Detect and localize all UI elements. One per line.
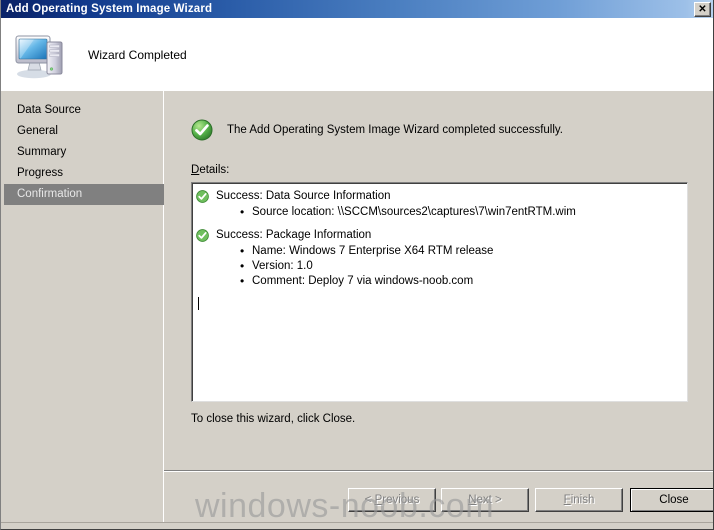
wizard-body: Data Source General Summary Progress Con…	[1, 91, 713, 522]
sidebar-item-progress[interactable]: Progress	[4, 163, 164, 184]
finish-button[interactable]: Finish	[535, 488, 623, 512]
list-item: Name: Windows 7 Enterprise X64 RTM relea…	[240, 244, 683, 259]
window-bottom-band	[0, 522, 714, 530]
previous-button-suffix: revious	[382, 494, 420, 506]
detail-bullet-list: Name: Windows 7 Enterprise X64 RTM relea…	[196, 244, 683, 289]
green-check-icon	[196, 190, 209, 203]
sidebar-item-general[interactable]: General	[4, 121, 164, 142]
list-item: Version: 1.0	[240, 259, 683, 274]
detail-heading: Success: Data Source Information	[216, 190, 391, 202]
sidebar-item-confirmation[interactable]: Confirmation	[4, 184, 164, 205]
detail-heading-row: Success: Package Information	[196, 228, 683, 243]
sidebar-items: Data Source General Summary Progress Con…	[1, 91, 164, 205]
close-icon: ✕	[698, 3, 707, 15]
details-label: Details:	[191, 164, 229, 176]
next-button-accel: N	[468, 494, 477, 506]
green-check-icon	[196, 229, 209, 242]
next-button[interactable]: Next >	[441, 488, 529, 512]
detail-group-package: Success: Package Information Name: Windo…	[196, 228, 683, 289]
wizard-header: Wizard Completed	[1, 18, 713, 91]
wizard-steps-sidebar: Data Source General Summary Progress Con…	[1, 91, 164, 522]
previous-button[interactable]: < Previous	[348, 488, 436, 512]
finish-button-suffix: inish	[570, 494, 595, 506]
sidebar-item-data-source[interactable]: Data Source	[4, 100, 164, 121]
finish-button-accel: F	[563, 494, 571, 506]
header-title: Wizard Completed	[88, 47, 187, 62]
close-window-button[interactable]: ✕	[694, 1, 711, 17]
success-message: The Add Operating System Image Wizard co…	[227, 124, 563, 136]
detail-group-data-source: Success: Data Source Information Source …	[196, 189, 683, 220]
window-title: Add Operating System Image Wizard	[6, 3, 213, 15]
wizard-main-pane: The Add Operating System Image Wizard co…	[165, 91, 713, 522]
sidebar-item-summary[interactable]: Summary	[4, 142, 164, 163]
next-button-suffix: ext >	[476, 494, 502, 506]
list-item: Source location: \\SCCM\sources2\capture…	[240, 205, 683, 220]
detail-bullet-list: Source location: \\SCCM\sources2\capture…	[196, 205, 683, 220]
details-textbox[interactable]: Success: Data Source Information Source …	[191, 182, 688, 402]
wizard-footer: < Previous Next > Finish Close	[164, 472, 714, 522]
detail-heading-row: Success: Data Source Information	[196, 189, 683, 204]
computer-icon	[14, 30, 66, 80]
text-caret	[198, 297, 199, 310]
wizard-window: Add Operating System Image Wizard ✕ Wiza…	[0, 0, 714, 530]
close-button-label: Close	[659, 494, 689, 506]
list-item: Comment: Deploy 7 via windows-noob.com	[240, 274, 683, 289]
closing-instruction: To close this wizard, click Close.	[191, 413, 356, 425]
detail-heading: Success: Package Information	[216, 229, 372, 241]
close-button[interactable]: Close	[630, 488, 714, 512]
previous-button-prefix: <	[364, 494, 375, 506]
green-check-icon	[191, 119, 213, 141]
details-label-rest: etails:	[199, 164, 230, 176]
success-banner: The Add Operating System Image Wizard co…	[191, 119, 563, 141]
titlebar[interactable]: Add Operating System Image Wizard ✕	[0, 0, 714, 18]
